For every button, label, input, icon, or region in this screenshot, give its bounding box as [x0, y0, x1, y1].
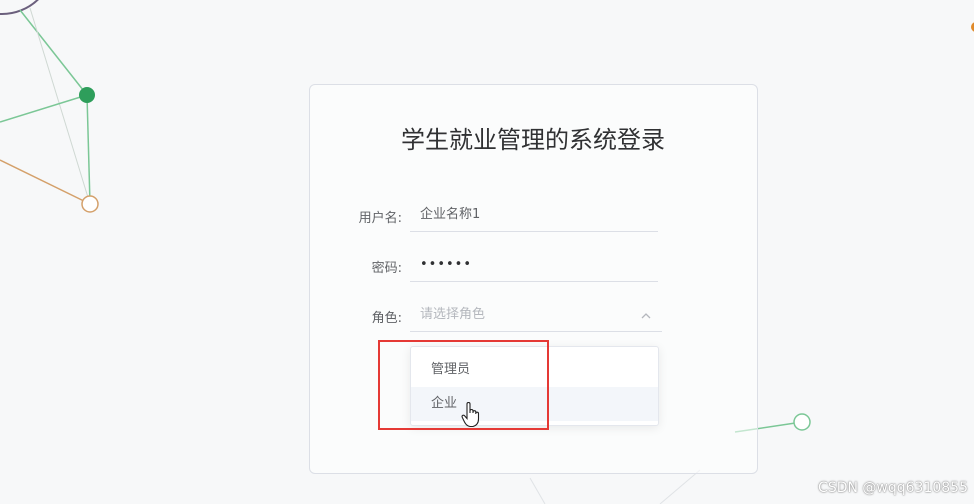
password-label: 密码: [371, 261, 402, 276]
network-line [29, 7, 91, 205]
chevron-up-icon[interactable] [640, 300, 652, 341]
login-title: 学生就业管理的系统登录 [401, 126, 665, 154]
username-field[interactable]: 企业名称1 [410, 200, 658, 232]
username-label: 用户名: [358, 211, 402, 226]
network-node-orange [81, 195, 99, 213]
password-field[interactable]: •••••• [410, 250, 658, 282]
role-label: 角色: [371, 311, 402, 326]
role-select-placeholder: 请选择角色 [420, 307, 486, 322]
network-line [0, 159, 91, 205]
network-node-green-outline [793, 413, 811, 431]
network-node-circle [0, 0, 39, 15]
network-line [19, 9, 88, 96]
network-line [86, 94, 91, 205]
network-line [0, 94, 88, 123]
network-line [529, 477, 546, 504]
hand-cursor-icon [461, 402, 480, 428]
network-node-green [79, 87, 95, 103]
watermark: CSDN @wqq6310855 [818, 480, 968, 496]
role-select[interactable]: 请选择角色 [410, 300, 662, 332]
network-line [659, 469, 701, 504]
